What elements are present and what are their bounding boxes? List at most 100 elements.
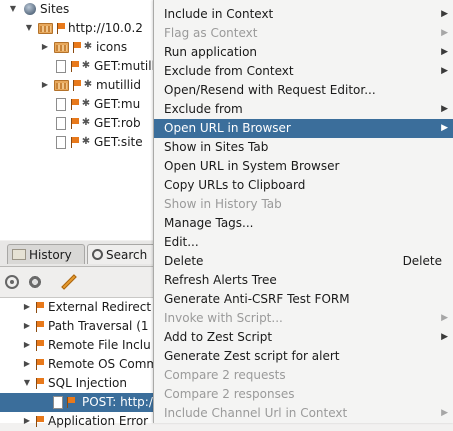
sites-tree-panel: ▼ Sites ▼ http://10.0.2 ▶ ✱ icons ✱ GET:muti… <box>0 0 160 240</box>
alert-label: SQL Injection <box>48 376 128 390</box>
alert-label: Path Traversal (1 <box>48 319 149 333</box>
spider-icon: ✱ <box>81 98 91 109</box>
menu-item-generate-zest-script-for-alert[interactable]: Generate Zest script for alert <box>154 347 453 366</box>
menu-item-label: Refresh Alerts Tree <box>164 273 277 287</box>
flag-icon <box>35 378 44 389</box>
menu-item-edit[interactable]: Edit... <box>154 233 453 252</box>
alert-category-row[interactable]: ▶ Application Error <box>0 412 160 431</box>
submenu-arrow-icon: ▶ <box>441 123 448 133</box>
menu-item-run-application[interactable]: Run application ▶ <box>154 43 453 62</box>
submenu-arrow-icon: ▶ <box>441 408 448 418</box>
alert-label: Remote File Inclu <box>48 338 151 352</box>
target-icon[interactable] <box>4 274 20 290</box>
alerts-tree-panel: ▶ External Redirect ▶ Path Traversal (1 ▶ Rem… <box>0 298 160 428</box>
menu-item-label: Generate Anti-CSRF Test FORM <box>164 292 350 306</box>
menu-item-manage-tags[interactable]: Manage Tags... <box>154 214 453 233</box>
flag-icon <box>72 80 81 91</box>
site-child-label: GET:mu <box>94 97 141 111</box>
expand-arrow-icon[interactable]: ▶ <box>22 340 32 350</box>
alert-label: Application Error <box>48 414 149 428</box>
page-icon <box>56 136 66 149</box>
flag-icon <box>70 61 79 72</box>
menu-item-label: Open URL in System Browser <box>164 159 340 173</box>
flag-icon <box>72 42 81 53</box>
edit-pencil-icon[interactable] <box>60 274 76 290</box>
collapse-arrow-icon[interactable]: ▼ <box>22 378 32 388</box>
collapse-arrow-icon[interactable]: ▼ <box>24 23 34 33</box>
menu-item-refresh-alerts-tree[interactable]: Refresh Alerts Tree <box>154 271 453 290</box>
menu-item-flag-as-context: Flag as Context ▶ <box>154 24 453 43</box>
alert-category-row[interactable]: ▶ Remote OS Comm <box>0 355 160 374</box>
flag-icon <box>66 397 75 408</box>
menu-item-label: Delete <box>164 254 204 268</box>
expand-arrow-icon[interactable]: ▶ <box>22 302 32 312</box>
menu-item-label: Invoke with Script... <box>164 311 283 325</box>
expand-arrow-icon[interactable]: ▶ <box>22 359 32 369</box>
flag-icon <box>35 359 44 370</box>
folder-icon <box>38 23 53 34</box>
menu-item-exclude-from[interactable]: Exclude from ▶ <box>154 100 453 119</box>
menu-item-label: Edit... <box>164 235 199 249</box>
sites-root-label: Sites <box>40 2 70 16</box>
site-child-label: GET:rob <box>94 116 141 130</box>
menu-item-include-channel-url-in-context: Include Channel Url in Context ▶ <box>154 404 453 423</box>
alert-category-row[interactable]: ▼ SQL Injection <box>0 374 160 393</box>
flag-icon <box>35 416 44 427</box>
menu-item-label: Show in Sites Tab <box>164 140 269 154</box>
alert-category-row[interactable]: ▶ Remote File Inclu <box>0 336 160 355</box>
site-child-label: icons <box>96 40 128 54</box>
site-child-label: GET:site <box>94 135 143 149</box>
expand-arrow-icon[interactable]: ▶ <box>22 321 32 331</box>
page-icon <box>53 396 63 409</box>
menu-item-label: Run application <box>164 45 258 59</box>
expand-arrow-icon[interactable]: ▶ <box>40 80 50 90</box>
menu-item-open-url-in-browser[interactable]: Open URL in Browser ▶ <box>154 119 453 138</box>
menu-item-label: Compare 2 requests <box>164 368 286 382</box>
submenu-arrow-icon: ▶ <box>441 313 448 323</box>
menu-item-label: Open/Resend with Request Editor... <box>164 83 376 97</box>
menu-item-accelerator: Delete <box>402 254 442 268</box>
submenu-arrow-icon: ▶ <box>441 28 448 38</box>
spider-icon: ✱ <box>81 117 91 128</box>
menu-item-label: Show in History Tab <box>164 197 282 211</box>
menu-item-delete[interactable]: Delete Delete <box>154 252 453 271</box>
menu-item-include-in-context[interactable]: Include in Context ▶ <box>154 5 453 24</box>
alert-instance-row[interactable]: POST: http:// <box>0 393 160 412</box>
alert-category-row[interactable]: ▶ External Redirect <box>0 298 160 317</box>
site-child-label: mutillid <box>96 78 141 92</box>
menu-item-copy-urls-to-clipboard[interactable]: Copy URLs to Clipboard <box>154 176 453 195</box>
submenu-arrow-icon: ▶ <box>441 332 448 342</box>
tab-history[interactable]: History <box>7 244 85 264</box>
menu-item-exclude-from-context[interactable]: Exclude from Context ▶ <box>154 62 453 81</box>
menu-item-add-to-zest-script[interactable]: Add to Zest Script ▶ <box>154 328 453 347</box>
alert-category-row[interactable]: ▶ Path Traversal (1 <box>0 317 160 336</box>
settings-icon[interactable] <box>27 274 43 290</box>
spider-icon: ✱ <box>81 136 91 147</box>
spider-icon: ✱ <box>83 41 93 52</box>
flag-icon <box>35 302 44 313</box>
menu-item-label: Include in Context <box>164 7 274 21</box>
submenu-arrow-icon: ▶ <box>441 104 448 114</box>
menu-item-generate-anti-csrf-test-form[interactable]: Generate Anti-CSRF Test FORM <box>154 290 453 309</box>
menu-item-open-resend-with-request-editor[interactable]: Open/Resend with Request Editor... <box>154 81 453 100</box>
bottom-tab-bar: History Search <box>0 241 167 267</box>
site-child-label: GET:mutill <box>94 59 155 73</box>
menu-item-compare-2-requests: Compare 2 requests <box>154 366 453 385</box>
page-icon <box>56 117 66 130</box>
alert-label: External Redirect <box>48 300 152 314</box>
menu-item-label: Generate Zest script for alert <box>164 349 340 363</box>
submenu-arrow-icon: ▶ <box>441 47 448 57</box>
expand-arrow-icon[interactable]: ▶ <box>22 416 32 426</box>
tab-history-label: History <box>29 248 72 262</box>
expand-arrow-icon[interactable]: ▶ <box>40 42 50 52</box>
menu-item-show-in-sites-tab[interactable]: Show in Sites Tab <box>154 138 453 157</box>
menu-item-label: Flag as Context <box>164 26 258 40</box>
alert-label: POST: http:// <box>82 395 157 409</box>
menu-item-open-url-in-system-browser[interactable]: Open URL in System Browser <box>154 157 453 176</box>
search-icon <box>92 249 103 260</box>
submenu-arrow-icon: ▶ <box>441 9 448 19</box>
collapse-arrow-icon[interactable]: ▼ <box>8 4 18 14</box>
menu-item-label: Exclude from <box>164 102 243 116</box>
alerts-toolbar <box>0 267 160 298</box>
globe-icon <box>24 3 36 15</box>
